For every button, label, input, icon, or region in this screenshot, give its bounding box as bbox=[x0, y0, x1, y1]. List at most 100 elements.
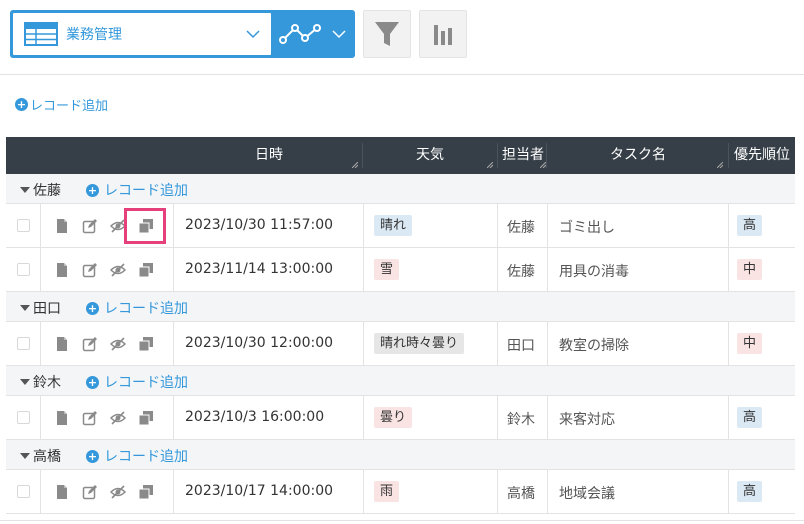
table-view-icon bbox=[24, 22, 58, 46]
divider bbox=[0, 74, 804, 75]
records-table: 日時 天気 担当者 タスク名 優先順位 佐藤 + レコード追加 2023/10/30 … bbox=[6, 137, 795, 514]
cell-separator bbox=[728, 204, 729, 248]
header-separator bbox=[497, 143, 498, 168]
datetime-cell: 2023/10/30 12:00:00 bbox=[185, 335, 334, 351]
group-name: 田口 bbox=[33, 301, 61, 317]
table-body: 佐藤 + レコード追加 2023/10/30 11:57:00 晴れ 佐藤ゴミ出し 高 202… bbox=[6, 174, 795, 514]
view-dropdown[interactable]: 業務管理 bbox=[13, 13, 271, 55]
add-record-link[interactable]: + レコード追加 bbox=[15, 95, 108, 114]
cell-separator bbox=[40, 248, 41, 292]
group-toggle[interactable]: 佐藤 bbox=[20, 180, 61, 200]
hide-icon[interactable] bbox=[109, 262, 127, 278]
hide-icon[interactable] bbox=[109, 410, 127, 426]
group-header: 田口 + レコード追加 bbox=[6, 292, 795, 322]
plus-circle-icon: + bbox=[86, 375, 99, 389]
priority-badge: 中 bbox=[737, 259, 763, 280]
document-icon[interactable] bbox=[54, 410, 70, 426]
row-checkbox[interactable] bbox=[17, 219, 30, 232]
weather-badge: 晴れ bbox=[374, 215, 413, 236]
group-add-record-link[interactable]: + レコード追加 bbox=[86, 372, 188, 392]
divider bbox=[0, 520, 804, 521]
caret-down-icon bbox=[20, 453, 30, 459]
copy-icon[interactable] bbox=[138, 262, 154, 278]
copy-icon[interactable] bbox=[138, 336, 154, 352]
task-cell: ゴミ出し bbox=[559, 220, 615, 236]
resize-handle-icon[interactable] bbox=[540, 162, 546, 168]
edit-icon[interactable] bbox=[82, 262, 98, 278]
group-name: 佐藤 bbox=[33, 183, 61, 199]
table-row: 2023/10/3 16:00:00 曇り 鈴木 来客対応 高 bbox=[6, 396, 795, 440]
group-toggle[interactable]: 鈴木 bbox=[20, 372, 61, 392]
cell-separator bbox=[547, 204, 548, 248]
row-checkbox[interactable] bbox=[17, 263, 30, 276]
priority-badge: 高 bbox=[737, 215, 763, 236]
group-add-record-label: レコード追加 bbox=[104, 375, 188, 391]
graph-view-button[interactable] bbox=[271, 10, 355, 58]
group-add-record-link[interactable]: + レコード追加 bbox=[86, 298, 188, 318]
cell-separator bbox=[547, 470, 548, 514]
group-name: 高橋 bbox=[33, 449, 61, 465]
resize-handle-icon[interactable] bbox=[352, 162, 358, 168]
document-icon[interactable] bbox=[54, 484, 70, 500]
caret-down-icon bbox=[20, 379, 30, 385]
cell-separator bbox=[728, 470, 729, 514]
task-cell: 教室の掃除 bbox=[559, 338, 629, 354]
column-header-weather[interactable]: 天気 bbox=[416, 137, 444, 174]
group-toggle[interactable]: 高橋 bbox=[20, 446, 61, 466]
group-header: 佐藤 + レコード追加 bbox=[6, 174, 795, 204]
cell-separator bbox=[728, 248, 729, 292]
filter-button[interactable] bbox=[363, 10, 411, 58]
person-cell: 高橋 bbox=[507, 486, 535, 502]
priority-badge: 中 bbox=[737, 333, 763, 354]
resize-handle-icon[interactable] bbox=[487, 162, 493, 168]
plus-circle-icon: + bbox=[86, 449, 99, 463]
document-icon[interactable] bbox=[54, 218, 70, 234]
copy-highlight bbox=[124, 208, 166, 244]
cell-separator bbox=[173, 396, 174, 440]
column-header-datetime[interactable]: 日時 bbox=[255, 137, 283, 174]
datetime-cell: 2023/11/14 13:00:00 bbox=[185, 261, 334, 277]
cell-separator bbox=[173, 204, 174, 248]
edit-icon[interactable] bbox=[82, 336, 98, 352]
group-toggle[interactable]: 田口 bbox=[20, 298, 61, 318]
copy-icon[interactable] bbox=[138, 410, 154, 426]
cell-separator bbox=[363, 204, 364, 248]
datetime-cell: 2023/10/30 11:57:00 bbox=[185, 217, 334, 233]
add-record-label: レコード追加 bbox=[30, 99, 109, 114]
cell-separator bbox=[363, 470, 364, 514]
view-selector[interactable]: 業務管理 bbox=[10, 10, 355, 58]
edit-icon[interactable] bbox=[82, 410, 98, 426]
copy-icon[interactable] bbox=[138, 484, 154, 500]
document-icon[interactable] bbox=[54, 336, 70, 352]
group-add-record-label: レコード追加 bbox=[104, 183, 188, 199]
row-checkbox[interactable] bbox=[17, 411, 30, 424]
bar-chart-icon bbox=[434, 25, 452, 45]
weather-badge: 雪 bbox=[374, 259, 400, 280]
chart-button[interactable] bbox=[419, 10, 467, 58]
cell-separator bbox=[363, 396, 364, 440]
edit-icon[interactable] bbox=[82, 484, 98, 500]
header-separator bbox=[362, 143, 363, 168]
column-header-person[interactable]: 担当者 bbox=[502, 137, 544, 174]
cell-separator bbox=[497, 204, 498, 248]
hide-icon[interactable] bbox=[109, 336, 127, 352]
group-add-record-link[interactable]: + レコード追加 bbox=[86, 446, 188, 466]
document-icon[interactable] bbox=[54, 262, 70, 278]
chevron-down-icon bbox=[246, 30, 260, 39]
column-header-task[interactable]: タスク名 bbox=[610, 137, 666, 174]
header-separator bbox=[728, 143, 729, 168]
group-add-record-link[interactable]: + レコード追加 bbox=[86, 180, 188, 200]
resize-handle-icon[interactable] bbox=[717, 162, 723, 168]
table-header: 日時 天気 担当者 タスク名 優先順位 bbox=[6, 137, 795, 174]
cell-separator bbox=[40, 396, 41, 440]
row-checkbox[interactable] bbox=[17, 337, 30, 350]
hide-icon[interactable] bbox=[109, 484, 127, 500]
group-name: 鈴木 bbox=[33, 375, 61, 391]
row-checkbox[interactable] bbox=[17, 485, 30, 498]
caret-down-icon bbox=[20, 305, 30, 311]
column-header-priority[interactable]: 優先順位 bbox=[734, 137, 790, 174]
group-header: 鈴木 + レコード追加 bbox=[6, 366, 795, 396]
plus-circle-icon: + bbox=[86, 301, 99, 315]
datetime-cell: 2023/10/17 14:00:00 bbox=[185, 483, 334, 499]
edit-icon[interactable] bbox=[82, 218, 98, 234]
